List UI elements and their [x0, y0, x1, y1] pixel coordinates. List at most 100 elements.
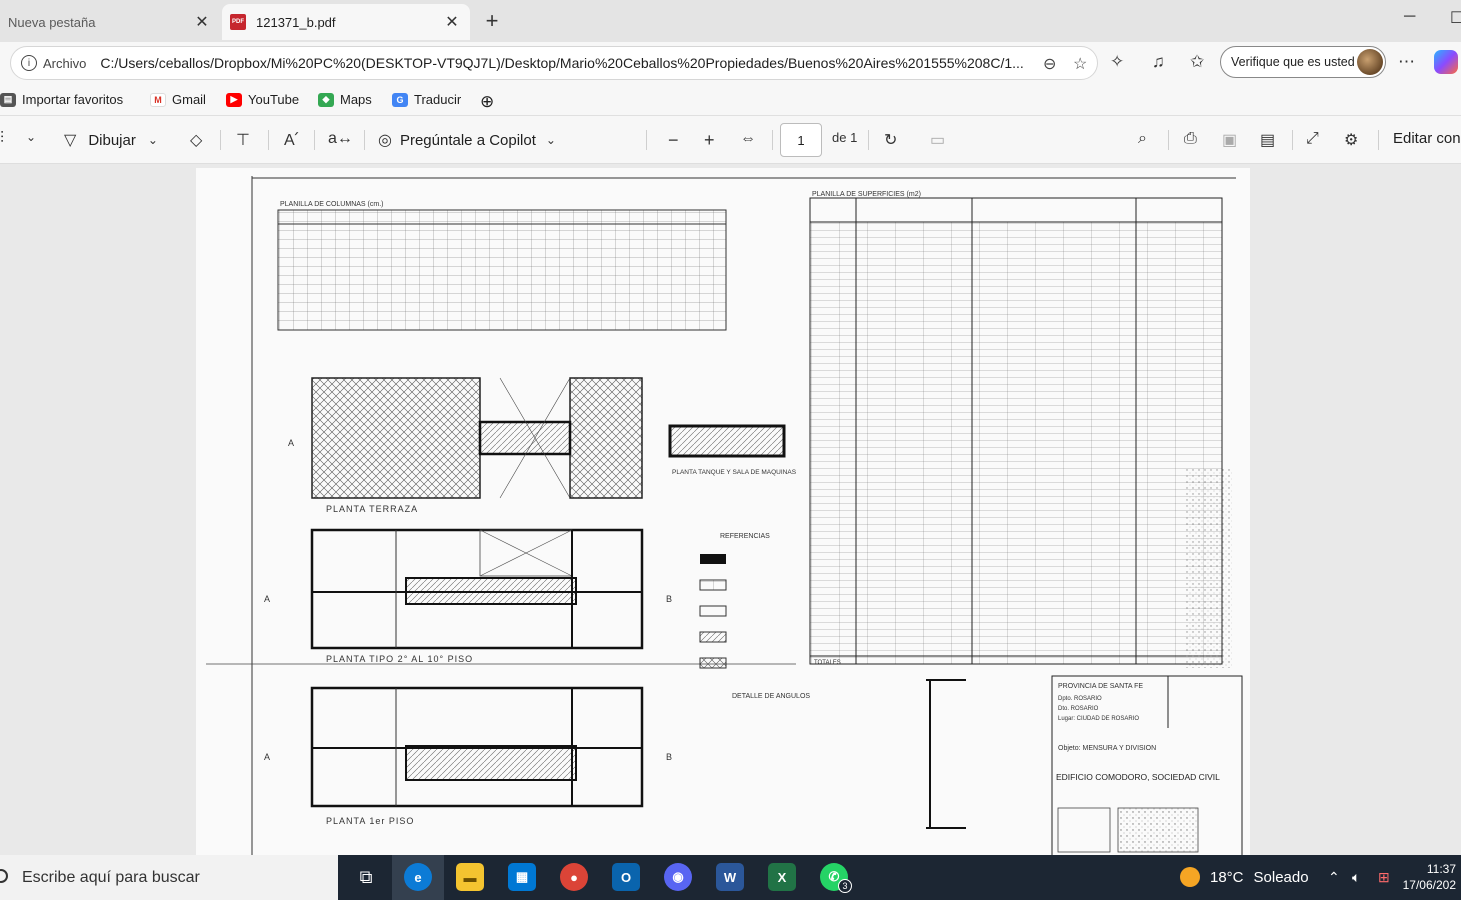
fav-label: YouTube [248, 92, 300, 107]
globe-icon: ⊕ [480, 92, 495, 111]
text-box-icon[interactable]: ⊤ [236, 130, 250, 150]
scheme-label: Archivo [43, 55, 87, 71]
maps-icon: ◆ [318, 92, 334, 107]
fav-maps[interactable]: ◆ Maps [318, 92, 372, 107]
search-icon [0, 869, 8, 883]
fullscreen-icon[interactable]: ⤢ [1306, 130, 1319, 148]
plan-terrace-label: PLANTA TERRAZA [326, 504, 418, 514]
close-icon[interactable]: ✕ [192, 12, 212, 32]
fav-import[interactable]: ▤ Importar favoritos [0, 92, 123, 107]
store-icon[interactable]: ▦ [508, 863, 536, 891]
search-icon[interactable]: ⌕ [1138, 130, 1147, 148]
references-title: REFERENCIAS [720, 533, 770, 540]
surfaces-table [809, 197, 1223, 665]
page-view-icon[interactable]: ▭ [930, 130, 945, 150]
rotate-icon[interactable]: ↻ [884, 130, 897, 150]
section-mark-a: A [264, 752, 270, 762]
favorites-icon[interactable]: ✩ [1190, 52, 1204, 72]
network-icon[interactable]: ⊞ [1378, 869, 1390, 886]
copilot-icon[interactable] [1434, 50, 1458, 74]
eraser-icon[interactable]: ◇ [190, 130, 202, 150]
outlook-icon[interactable]: O [612, 863, 640, 891]
page-number-input[interactable]: 1 [780, 123, 822, 157]
more-icon[interactable]: ⋯ [1398, 52, 1415, 72]
save-as-icon[interactable]: ▤ [1260, 130, 1275, 150]
address-bar[interactable]: i Archivo C:/Users/ceballos/Dropbox/Mi%2… [10, 46, 1098, 80]
draw-label: Dibujar [88, 131, 136, 149]
chevron-down-icon: ⌄ [545, 133, 556, 147]
draw-button[interactable]: ▽ Dibujar ⌄ [64, 130, 158, 150]
tab-strip: Nueva pestaña ✕ PDF 121371_b.pdf ✕ + ─ ☐ [0, 0, 1461, 42]
weather-temp: 18°C [1210, 868, 1244, 886]
fav-translate[interactable]: G Traducir [392, 92, 461, 107]
chevron-down-icon[interactable]: ⌄ [26, 130, 36, 144]
zoom-out-icon[interactable]: ⊖ [1043, 54, 1056, 74]
url-text[interactable]: C:/Users/ceballos/Dropbox/Mi%20PC%20(DES… [100, 55, 1035, 71]
fav-gmail[interactable]: M Gmail [150, 92, 206, 107]
translate-icon[interactable]: a↔ [328, 130, 353, 148]
copilot-button[interactable]: ◎ Pregúntale a Copilot ⌄ [378, 130, 556, 150]
browser-essentials-icon[interactable]: ♫ [1152, 52, 1165, 72]
new-tab-button[interactable]: + [480, 10, 504, 34]
edit-with-button[interactable]: Editar con [1393, 130, 1461, 147]
fav-globe[interactable]: ⊕ [480, 92, 494, 112]
profile-button[interactable]: Verifique que es usted [1220, 46, 1386, 78]
edge-icon[interactable]: e [404, 863, 432, 891]
copilot-icon: ◎ [378, 132, 392, 149]
pdf-page: PLANILLA DE COLUMNAS (cm.) PLANTA TERRAZ… [196, 168, 1250, 855]
fit-width-icon[interactable]: ⇔ [740, 130, 756, 148]
chevron-up-icon[interactable]: ⌃ [1328, 869, 1340, 886]
page-current: 1 [797, 132, 805, 148]
sun-icon [1180, 867, 1200, 887]
tab-title: Nueva pestaña [8, 14, 96, 30]
owner-text: EDIFICIO COMODORO, SOCIEDAD CIVIL [1056, 772, 1220, 782]
star-icon[interactable]: ☆ [1073, 54, 1087, 74]
gmail-icon: M [150, 92, 166, 107]
section-mark-a: A [264, 594, 270, 604]
print-icon[interactable]: ⎙ [1184, 130, 1197, 148]
terrace-plan-left [311, 377, 481, 499]
pdf-toolbar: ⫶ ⌄ ▽ Dibujar ⌄ ◇ ⊤ A՛ a↔ ◎ Pregúntale a… [0, 116, 1461, 164]
search-placeholder: Escribe aquí para buscar [22, 868, 200, 886]
pdf-icon: PDF [230, 14, 246, 30]
first-floor-plan [310, 686, 644, 808]
tab-new[interactable]: Nueva pestaña ✕ [0, 4, 220, 40]
document-viewer[interactable]: PLANILLA DE COLUMNAS (cm.) PLANTA TERRAZ… [0, 164, 1461, 855]
info-icon[interactable]: i [21, 55, 37, 71]
zoom-out-button[interactable]: − [668, 130, 679, 151]
architectural-drawing: PLANILLA DE COLUMNAS (cm.) PLANTA TERRAZ… [206, 176, 1243, 855]
clock[interactable]: 11:37 17/06/202 [1400, 861, 1456, 893]
minimize-icon[interactable]: ─ [1404, 8, 1415, 26]
highlight-icon[interactable]: ⫶ [0, 130, 4, 148]
angles-title: DETALLE DE ANGULOS [732, 693, 810, 700]
task-view-icon[interactable]: ⧉ [352, 863, 380, 891]
province-text: PROVINCIA DE SANTA FE [1058, 683, 1143, 690]
discord-icon[interactable]: ◉ [664, 863, 692, 891]
read-aloud-icon[interactable]: A՛ [284, 130, 298, 150]
word-icon[interactable]: W [716, 863, 744, 891]
chrome-icon[interactable]: ● [560, 863, 588, 891]
close-icon[interactable]: ✕ [442, 12, 462, 32]
taskbar-search[interactable]: Escribe aquí para buscar [0, 855, 338, 900]
dept-text: Dpto. ROSARIO [1058, 696, 1102, 702]
clock-date: 17/06/202 [1402, 878, 1456, 892]
whatsapp-badge: 3 [838, 879, 852, 893]
excel-icon[interactable]: X [768, 863, 796, 891]
extensions-icon[interactable]: ✧ [1110, 52, 1124, 72]
save-icon[interactable]: ▣ [1222, 130, 1237, 150]
columns-table [277, 209, 727, 331]
object-text: Objeto: MENSURA Y DIVISION [1058, 745, 1156, 752]
file-explorer-icon[interactable]: ▬ [456, 863, 484, 891]
maximize-icon[interactable]: ☐ [1450, 8, 1461, 28]
settings-icon[interactable]: ⚙ [1344, 130, 1358, 150]
clock-time: 11:37 [1426, 862, 1456, 876]
volume-icon[interactable]: 🔈︎ [1352, 869, 1360, 886]
tank-plan [668, 424, 786, 458]
fav-youtube[interactable]: ▶ YouTube [226, 92, 299, 107]
weather-widget[interactable]: 18°C Soleado [1180, 867, 1309, 887]
zoom-in-button[interactable]: + [704, 130, 715, 151]
tab-pdf[interactable]: PDF 121371_b.pdf ✕ [222, 4, 470, 40]
fav-label: Importar favoritos [22, 92, 124, 107]
plan-tank-label: PLANTA TANQUE Y SALA DE MAQUINAS [672, 469, 797, 476]
import-icon: ▤ [0, 92, 16, 107]
